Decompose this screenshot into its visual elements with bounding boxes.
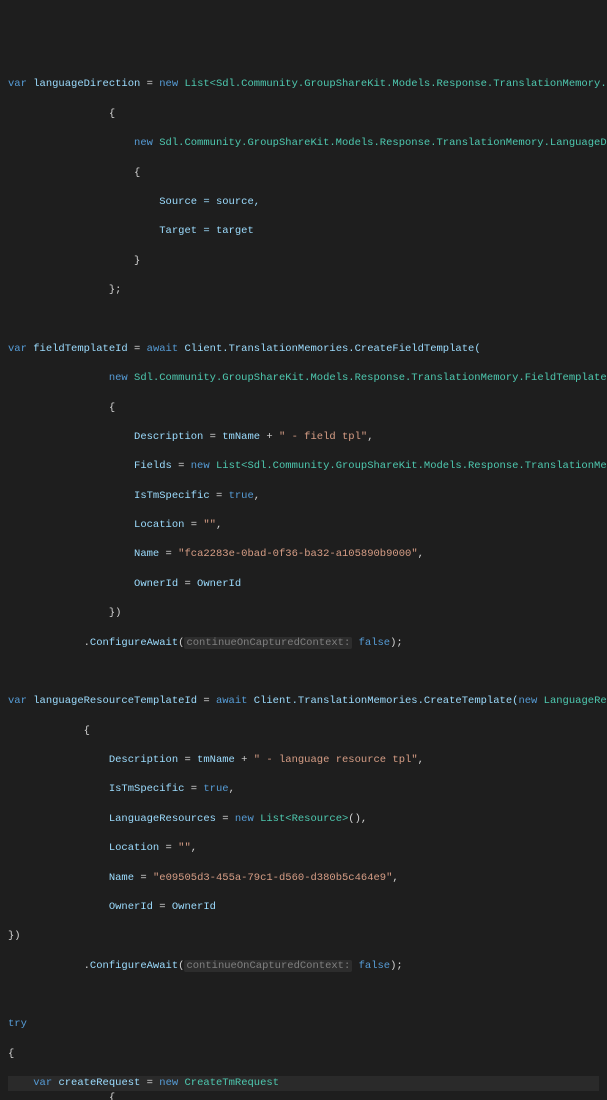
str: - language resource tpl [260,754,411,766]
call: Client.TranslationMemories.CreateTemplat… [254,695,519,707]
prop: Target = target [159,225,254,237]
prop: Source = source, [159,196,260,208]
type-ref: List<Sdl.Community.GroupShareKit.Models.… [184,78,607,90]
str: - field tpl [285,431,361,443]
param-hint: continueOnCapturedContext: [184,960,352,972]
guid: fca2283e-0bad-0f36-ba32-a105890b9000 [184,548,411,560]
type-ref: List<Sdl.Community.GroupShareKit.Models.… [216,460,607,472]
code-editor[interactable]: var languageDirection = new List<Sdl.Com… [8,63,599,1100]
type-ref: CreateTmRequest [184,1077,279,1089]
call: Client.TranslationMemories.CreateFieldTe… [184,343,480,355]
guid: e09505d3-455a-79c1-d560-d380b5c464e9 [159,872,386,884]
type-ref: Sdl.Community.GroupShareKit.Models.Respo… [159,137,607,149]
type-ref: LanguageResourceTemplate [544,695,607,707]
type-ref: Sdl.Community.GroupShareKit.Models.Respo… [134,372,607,384]
param-hint: continueOnCapturedContext: [184,637,352,649]
